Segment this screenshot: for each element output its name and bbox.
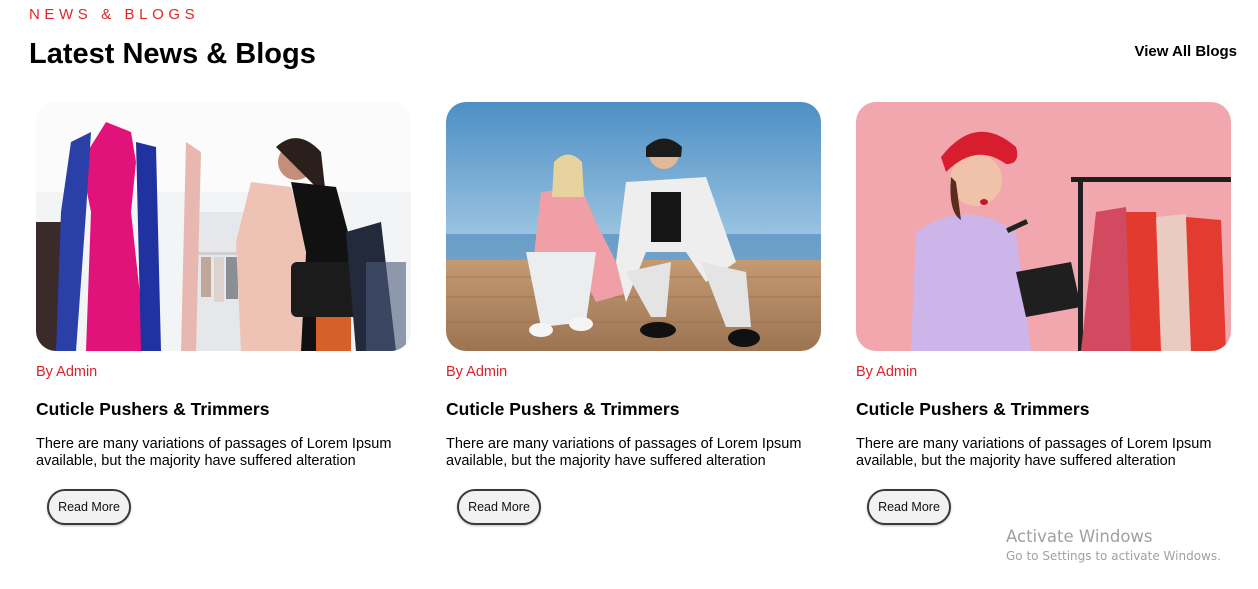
blog-card: By Admin Cuticle Pushers & Trimmers Ther…: [446, 102, 821, 525]
activate-windows-subtitle: Go to Settings to activate Windows.: [1006, 549, 1221, 563]
activate-windows-watermark: Activate Windows Go to Settings to activ…: [1006, 527, 1221, 563]
blog-image-stylist[interactable]: [856, 102, 1231, 351]
post-title[interactable]: Cuticle Pushers & Trimmers: [36, 399, 411, 420]
blog-card: By Admin Cuticle Pushers & Trimmers Ther…: [856, 102, 1231, 525]
post-author: By Admin: [446, 364, 508, 380]
post-excerpt: There are many variations of passages of…: [856, 436, 1212, 469]
eyebrow-label: NEWS & BLOGS: [29, 6, 200, 23]
post-excerpt: There are many variations of passages of…: [36, 436, 392, 469]
blog-image-couple[interactable]: [446, 102, 821, 351]
post-excerpt: There are many variations of passages of…: [446, 436, 802, 469]
read-more-button[interactable]: Read More: [47, 489, 131, 525]
blog-card: By Admin Cuticle Pushers & Trimmers Ther…: [36, 102, 411, 525]
view-all-blogs-link[interactable]: View All Blogs: [1134, 43, 1237, 60]
post-title[interactable]: Cuticle Pushers & Trimmers: [446, 399, 821, 420]
blog-image-boutique[interactable]: [36, 102, 411, 351]
activate-windows-title: Activate Windows: [1006, 527, 1153, 546]
section-heading: Latest News & Blogs: [29, 38, 316, 70]
post-title[interactable]: Cuticle Pushers & Trimmers: [856, 399, 1231, 420]
post-author: By Admin: [36, 364, 98, 380]
post-author: By Admin: [856, 364, 918, 380]
read-more-button[interactable]: Read More: [457, 489, 541, 525]
read-more-button[interactable]: Read More: [867, 489, 951, 525]
